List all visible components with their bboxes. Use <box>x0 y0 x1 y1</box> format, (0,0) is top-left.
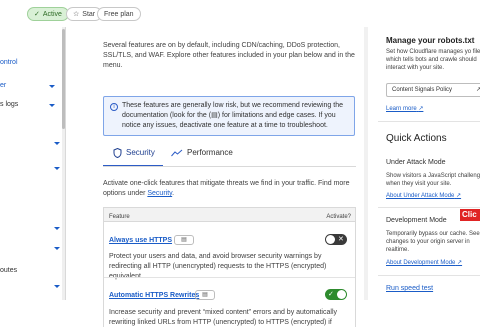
top-bar: ✓ Active ☆ Star Free plan <box>0 0 480 27</box>
feature-description: Increase security and prevent “mixed con… <box>109 309 337 326</box>
tab-performance[interactable]: Performance <box>171 148 233 158</box>
star-icon: ☆ <box>73 11 80 18</box>
about-dev-mode-link[interactable]: About Development Mode ↗ <box>386 259 462 267</box>
external-link-icon: ↗ <box>475 87 480 93</box>
tab-security[interactable]: Security <box>113 148 155 158</box>
external-link-icon: ↗ <box>456 193 462 199</box>
feature-tabs: Security Performance <box>103 148 356 167</box>
chevron-down-icon[interactable] <box>54 167 60 170</box>
plan-badge: Free plan <box>97 7 141 21</box>
sidebar-item-er[interactable]: er <box>0 82 60 89</box>
check-icon: ✓ <box>34 11 40 18</box>
chevron-down-icon <box>49 104 55 107</box>
info-notice-text: These features are generally low risk, b… <box>122 102 343 129</box>
quick-actions-title: Quick Actions <box>386 133 447 144</box>
click-overlay-label[interactable]: Clic <box>460 209 480 221</box>
sidebar-item-logs[interactable]: s logs <box>0 101 60 108</box>
sidebar-item-control[interactable]: ontrol <box>0 59 60 66</box>
about-under-attack-link[interactable]: About Under Attack Mode ↗ <box>386 192 461 200</box>
column-header-activate: Activate? <box>326 214 351 220</box>
security-link[interactable]: Security <box>147 190 172 197</box>
robots-title: Manage your robots.txt <box>386 36 475 45</box>
tabs-divider <box>103 166 356 167</box>
table-header: Feature Activate? <box>104 208 355 222</box>
robots-policy-select[interactable]: Content Signals Policy ↗ <box>386 83 480 97</box>
close-icon: ✕ <box>338 236 344 243</box>
dev-mode-title: Development Mode <box>386 217 447 224</box>
panel-divider <box>378 207 480 208</box>
toggle-always-use-https[interactable]: ✕ <box>325 234 347 245</box>
documentation-icon[interactable]: ▤ <box>195 290 215 300</box>
learn-more-link[interactable]: Learn more ↗ <box>386 105 423 113</box>
documentation-icon[interactable]: ▤ <box>174 235 194 245</box>
run-speed-test-link[interactable]: Run speed test <box>386 285 433 293</box>
chevron-down-icon <box>49 85 55 88</box>
chevron-down-icon[interactable] <box>54 227 60 230</box>
chevron-down-icon[interactable] <box>54 247 60 250</box>
main-content: Several features are on by default, incl… <box>93 27 360 327</box>
chart-line-icon <box>171 149 183 157</box>
under-attack-title: Under Attack Mode <box>386 159 446 166</box>
sidebar: ontrol er s logs outes <box>0 27 66 300</box>
sidebar-item-routes[interactable]: outes <box>0 267 60 274</box>
chevron-down-icon[interactable] <box>54 142 60 145</box>
info-icon: i <box>110 103 118 111</box>
features-table: Feature Activate? Always use HTTPS ▤ ✕ P… <box>103 207 356 327</box>
robots-description: Set how Cloudflare manages yo file, whic… <box>386 49 480 71</box>
feature-link-always-use-https[interactable]: Always use HTTPS <box>109 236 172 246</box>
info-notice: i These features are generally low risk,… <box>103 96 355 136</box>
right-panel: Manage your robots.txt Set how Cloudflar… <box>378 27 480 300</box>
intro-text: Several features are on by default, incl… <box>103 42 355 69</box>
dev-mode-description: Temporarily bypass our cache. See change… <box>386 231 480 253</box>
main-scrollbar[interactable] <box>364 27 368 300</box>
sidebar-scrollbar-thumb[interactable] <box>62 29 65 129</box>
panel-divider <box>378 275 480 276</box>
check-icon: ✓ <box>328 291 334 298</box>
shield-icon <box>113 148 122 158</box>
row-divider <box>104 277 355 278</box>
status-badge-active: ✓ Active <box>27 7 69 21</box>
external-link-icon: ↗ <box>457 260 463 266</box>
activate-text: Activate one-click features that mitigat… <box>103 180 350 197</box>
external-link-icon: ↗ <box>418 106 424 112</box>
toggle-knob <box>326 235 335 244</box>
toggle-automatic-https-rewrites[interactable]: ✓ <box>325 289 347 300</box>
toggle-knob <box>337 290 346 299</box>
under-attack-description: Show visitors a JavaScript challenge whe… <box>386 173 480 187</box>
panel-divider <box>378 121 480 122</box>
chevron-down-icon[interactable] <box>54 285 60 288</box>
column-header-feature: Feature <box>109 214 130 220</box>
